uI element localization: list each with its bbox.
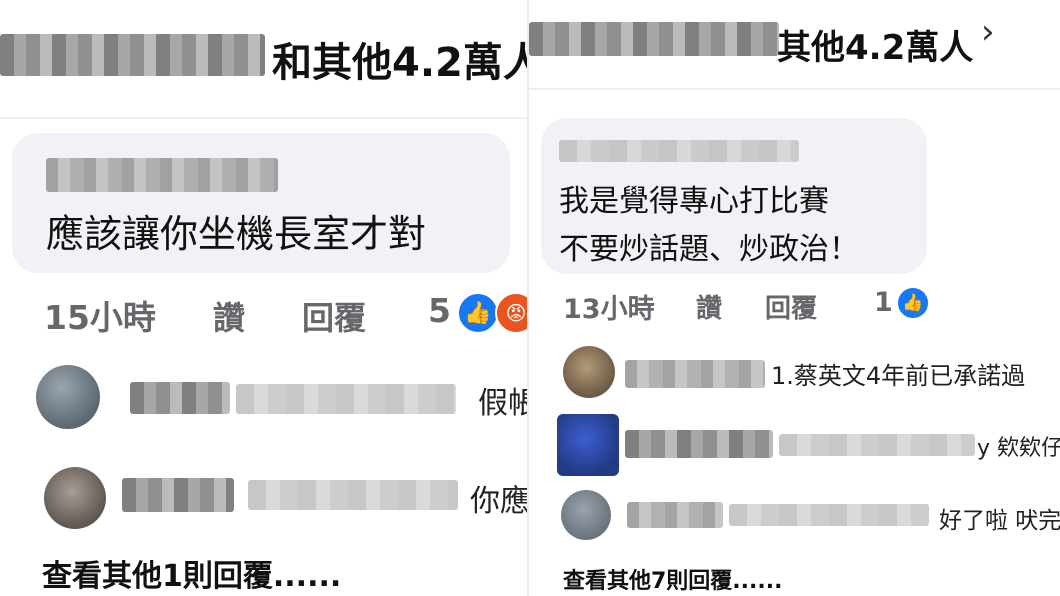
header-divider: [529, 88, 1060, 90]
reactions-summary-text[interactable]: 和其他4.2萬人: [272, 30, 527, 88]
like-button[interactable]: 讚: [696, 288, 722, 325]
blurred-reply-name[interactable]: [627, 502, 723, 528]
comment-text: 應該讓你坐機長室才對: [46, 212, 427, 256]
right-screenshot-panel: 其他4.2萬人 › 我是覺得專心打比賽 不要炒話題、炒政治！ 13小時 讚 回覆…: [529, 0, 1060, 596]
reactions-summary-text[interactable]: 其他4.2萬人: [777, 20, 973, 69]
chevron-right-icon[interactable]: ›: [981, 12, 995, 52]
view-more-replies-link[interactable]: 查看其他1則回覆......: [42, 551, 341, 595]
comment-text-line-2: 不要炒話題、炒政治！: [559, 232, 859, 267]
angry-reaction-icon[interactable]: 😡: [495, 292, 527, 334]
reply-button[interactable]: 回覆: [302, 293, 366, 339]
reaction-count[interactable]: 5: [428, 291, 451, 330]
header-divider: [0, 117, 527, 119]
avatar[interactable]: [563, 346, 615, 398]
blurred-reply-name: [779, 434, 975, 456]
reply-text: y 欸欸仔: [977, 436, 1060, 461]
like-icon[interactable]: 👍: [896, 286, 930, 320]
reply-text: 1.蔡英文4年前已承諾過: [771, 362, 1026, 390]
comment-text-line-1: 我是覺得專心打比賽: [559, 184, 829, 219]
comment-timestamp[interactable]: 15小時: [44, 291, 156, 339]
avatar[interactable]: [44, 467, 106, 529]
blurred-reply-name[interactable]: [625, 430, 773, 458]
view-more-replies-link[interactable]: 查看其他7則回覆......: [563, 563, 782, 595]
blurred-reply-name[interactable]: [625, 360, 765, 388]
avatar[interactable]: [36, 365, 100, 429]
blurred-commenter-name[interactable]: [559, 140, 799, 162]
reply-text: 你應: [470, 484, 527, 519]
reaction-count[interactable]: 1: [874, 287, 893, 318]
reply-text: 好了啦 吠完: [939, 508, 1060, 534]
like-icon[interactable]: 👍: [457, 292, 499, 334]
blurred-reply-name: [729, 504, 929, 526]
like-button[interactable]: 讚: [213, 293, 245, 339]
reply-button[interactable]: 回覆: [765, 288, 817, 325]
blurred-reply-name: [248, 480, 458, 510]
avatar[interactable]: [561, 490, 611, 540]
blurred-reply-name[interactable]: [130, 382, 230, 414]
blurred-reply-name: [236, 384, 456, 414]
reply-text: 假帳: [478, 386, 527, 421]
avatar[interactable]: [557, 414, 619, 476]
blurred-commenter-name[interactable]: [46, 158, 278, 192]
blurred-reply-name[interactable]: [122, 478, 234, 512]
comment-timestamp[interactable]: 13小時: [563, 287, 655, 326]
blurred-names: [529, 22, 779, 56]
left-screenshot-panel: 和其他4.2萬人 應該讓你坐機長室才對 15小時 讚 回覆 5 👍 😡 假帳 你…: [0, 0, 527, 596]
blurred-names: [0, 34, 265, 76]
